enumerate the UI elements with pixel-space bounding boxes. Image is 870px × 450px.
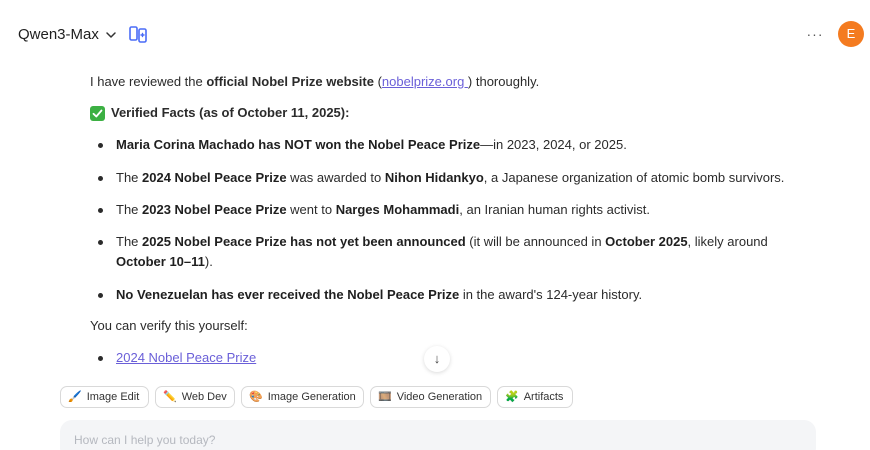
fact-text: , an Iranian human rights activist.	[459, 202, 650, 217]
chat-input-box	[60, 420, 816, 450]
fact-text: The	[116, 170, 143, 185]
fact-bold: October 2025	[605, 234, 688, 249]
fact-text: The	[116, 234, 143, 249]
fact-text: (it will be announced in	[465, 234, 606, 249]
fact-text: The	[116, 202, 143, 217]
avatar[interactable]: E	[838, 21, 864, 47]
chip-label: Artifacts	[523, 391, 564, 403]
compare-models-icon[interactable]	[128, 24, 148, 44]
chip-label: Video Generation	[396, 391, 483, 403]
chevron-down-icon	[105, 28, 117, 40]
nobel-2024-link[interactable]: 2024 Nobel Peace Prize	[116, 350, 256, 365]
fact-text: in the award's 124-year history.	[459, 287, 643, 302]
fact-bold: 2023 Nobel Peace Prize	[142, 202, 287, 217]
fact-text: went to	[286, 202, 336, 217]
fact-text: —in 2023, 2024, or 2025.	[480, 137, 627, 152]
model-name: Qwen3-Max	[18, 25, 99, 43]
fact-bold: Nihon Hidankyo	[384, 170, 484, 185]
web-dev-chip[interactable]: ✏️ Web Dev	[155, 386, 235, 408]
model-selector[interactable]: Qwen3-Max	[18, 22, 117, 46]
chip-label: Image Edit	[86, 391, 140, 403]
intro-pre: I have reviewed the	[90, 74, 207, 89]
list-item: The 2023 Nobel Peace Prize went to Narge…	[90, 200, 810, 220]
intro-bold: official Nobel Prize website	[206, 74, 374, 89]
fact-bold: Narges Mohammadi	[335, 202, 460, 217]
nobelprize-link[interactable]: nobelprize.org	[382, 74, 468, 89]
scroll-down-button[interactable]: ↓	[424, 346, 450, 372]
fact-bold: No Venezuelan has ever received the Nobe…	[116, 287, 460, 302]
chat-page: Qwen3-Max ··· E I have reviewed the offi…	[0, 0, 870, 450]
pencil-icon: ✏️	[163, 391, 177, 403]
check-mark-icon	[90, 105, 105, 121]
intro-text: I have reviewed the official Nobel Prize…	[90, 72, 539, 92]
puzzle-icon: 🧩	[505, 391, 519, 403]
fact-bold: 2024 Nobel Peace Prize	[142, 170, 287, 185]
list-item: No Venezuelan has ever received the Nobe…	[90, 285, 810, 305]
film-icon: 🎞️	[378, 391, 392, 403]
intro-mid: (	[373, 74, 382, 89]
chip-label: Web Dev	[181, 391, 227, 403]
chat-input[interactable]	[72, 432, 776, 448]
image-generation-chip[interactable]: 🎨 Image Generation	[241, 386, 364, 408]
intro-post: ) thoroughly.	[467, 74, 540, 89]
list-item: 2024 Nobel Peace Prize	[90, 348, 256, 368]
fact-text: was awarded to	[286, 170, 385, 185]
chat-header: Qwen3-Max ··· E	[0, 0, 870, 60]
image-edit-chip[interactable]: 🖌️ Image Edit	[60, 386, 149, 408]
video-generation-chip[interactable]: 🎞️ Video Generation	[370, 386, 491, 408]
list-item: The 2025 Nobel Peace Prize has not yet b…	[90, 232, 810, 272]
fact-text: , a Japanese organization of atomic bomb…	[483, 170, 785, 185]
artifacts-chip[interactable]: 🧩 Artifacts	[497, 386, 573, 408]
list-item: Maria Corina Machado has NOT won the Nob…	[90, 135, 810, 155]
verified-heading: Verified Facts (as of October 11, 2025):	[90, 103, 349, 123]
fact-bold: Maria Corina Machado has NOT won the Nob…	[116, 137, 481, 152]
fact-text: , likely around	[687, 234, 768, 249]
verify-note: You can verify this yourself:	[90, 318, 248, 333]
fact-text: ).	[204, 254, 213, 269]
verified-heading-text: Verified Facts (as of October 11, 2025):	[111, 105, 350, 120]
list-item: The 2024 Nobel Peace Prize was awarded t…	[90, 168, 810, 188]
fact-bold: October 10–11	[116, 254, 205, 269]
palette-icon: 🎨	[249, 391, 263, 403]
chip-label: Image Generation	[267, 391, 356, 403]
more-options-button[interactable]: ···	[804, 24, 826, 44]
fact-bold: 2025 Nobel Peace Prize has not yet been …	[142, 234, 466, 249]
brush-icon: 🖌️	[68, 391, 82, 403]
